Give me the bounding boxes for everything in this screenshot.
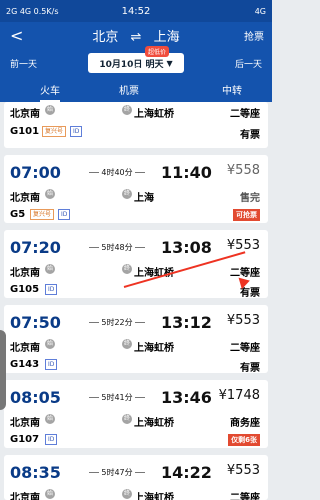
train-number: G5 [10, 209, 26, 220]
next-day-button[interactable]: 后一天 [235, 57, 262, 70]
destination-icon: 终 [122, 339, 132, 349]
destination-icon: 终 [122, 414, 132, 424]
seat-class: 二等座 [230, 343, 260, 354]
train-row[interactable]: 07:00 4时40分 11:40 ¥558 北京南 始 终 上海 售完 G5 … [4, 155, 268, 223]
low-price-badge: 超低价 [145, 46, 170, 57]
train-number: G105 [10, 284, 40, 295]
destination-icon: 终 [122, 105, 132, 115]
swap-icon[interactable]: ⇌ [131, 30, 142, 45]
arrival-station: 上海虹桥 [134, 493, 174, 500]
travel-duration: 5时47分 [81, 467, 153, 478]
arrival-city: 上海 [153, 30, 180, 45]
travel-duration: 5时22分 [81, 317, 153, 328]
transport-tabs: 火车 机票 中转 [0, 77, 272, 102]
ticket-price: ¥558 [226, 163, 260, 178]
train-row[interactable]: 07:50 5时22分 13:12 ¥553 北京南 始 终 上海虹桥 二等座 … [4, 305, 268, 374]
origin-icon: 始 [45, 339, 55, 349]
departure-time: 07:00 [10, 163, 61, 182]
tab-train[interactable]: 火车 [40, 82, 60, 102]
remaining-tickets: 仅剩6张 [228, 434, 260, 446]
header: < 北京 ⇌ 上海 抢票 前一天 10月10日 明天 ▼ 后一天 火车 机票 中转… [0, 22, 272, 102]
ticket-price: ¥553 [226, 463, 260, 478]
destination-icon: 终 [122, 264, 132, 274]
id-card-icon: ID [70, 126, 83, 137]
arrival-time: 14:22 [161, 463, 212, 482]
id-card-icon: ID [45, 284, 58, 295]
train-number: G107 [10, 434, 40, 445]
origin-icon: 始 [45, 264, 55, 274]
origin-icon: 始 [45, 489, 55, 499]
train-row[interactable]: 08:05 5时41分 13:46 ¥1748 北京南 始 终 上海虹桥 商务座… [4, 380, 268, 448]
travel-duration: 5时48分 [81, 242, 153, 253]
train-row[interactable]: 08:35 5时47分 14:22 ¥553 北京南 始 终 上海虹桥 二等座 [4, 455, 268, 500]
departure-time: 07:20 [10, 238, 61, 257]
departure-station: 北京南 [10, 268, 40, 279]
tab-transfer[interactable]: 中转 [222, 82, 242, 97]
route-title: 北京 ⇌ 上海 [0, 26, 272, 45]
arrival-station: 上海虹桥 [134, 343, 174, 354]
arrival-time: 13:46 [161, 388, 212, 407]
seat-class: 二等座 [230, 493, 260, 500]
seat-class: 商务座 [230, 418, 260, 429]
side-handle [0, 330, 6, 410]
train-number: G143 [10, 359, 40, 370]
fuxing-tag: 复兴号 [30, 209, 55, 220]
status-bar: 2G 4G 0.5K/s 14:52 4G [0, 0, 272, 22]
plane-duration: 2小时 [124, 66, 140, 73]
travel-duration: 4时40分 [81, 167, 153, 178]
arrival-station: 上海虹桥 [134, 109, 174, 120]
grab-ticket-button[interactable]: 抢票 [244, 28, 264, 43]
origin-icon: 始 [45, 414, 55, 424]
grab-ticket-status[interactable]: 可抢票 [233, 209, 260, 221]
train-number: G101 [10, 126, 40, 137]
destination-icon: 终 [122, 489, 132, 499]
id-card-icon: ID [45, 359, 58, 370]
ticket-price: ¥1748 [218, 388, 260, 403]
departure-time: 08:05 [10, 388, 61, 407]
departure-station: 北京南 [10, 343, 40, 354]
arrival-time: 13:12 [161, 313, 212, 332]
departure-time: 07:50 [10, 313, 61, 332]
arrival-time: 13:08 [161, 238, 212, 257]
departure-city: 北京 [92, 30, 119, 45]
origin-icon: 始 [45, 189, 55, 199]
destination-icon: 终 [122, 189, 132, 199]
departure-station: 北京南 [10, 418, 40, 429]
departure-station: 北京南 [10, 193, 40, 204]
ticket-price: ¥553 [226, 313, 260, 328]
arrival-station: 上海虹桥 [134, 418, 174, 429]
clock: 14:52 [121, 5, 151, 17]
train-list: 北京南 始 终 上海虹桥 二等座 G101 复兴号 ID 有票 07:00 4时… [0, 102, 272, 500]
arrival-station: 上海 [134, 193, 154, 204]
origin-icon: 始 [45, 105, 55, 115]
departure-station: 北京南 [10, 109, 40, 120]
id-card-icon: ID [58, 209, 71, 220]
seat-class: 二等座 [230, 109, 260, 120]
travel-duration: 5时41分 [81, 392, 153, 403]
arrival-time: 11:40 [161, 163, 212, 182]
chevron-down-icon: ▼ [166, 58, 173, 68]
ticket-status: 有票 [240, 130, 260, 141]
sold-out: 售完 [240, 193, 260, 204]
departure-time: 08:35 [10, 463, 61, 482]
departure-station: 北京南 [10, 493, 40, 500]
tab-plane[interactable]: 机票 [119, 82, 139, 97]
id-card-icon: ID [45, 434, 58, 445]
train-row[interactable]: 07:20 5时48分 13:08 ¥553 北京南 始 终 上海虹桥 二等座 … [4, 230, 268, 299]
fuxing-tag: 复兴号 [42, 126, 67, 137]
train-row[interactable]: 北京南 始 终 上海虹桥 二等座 G101 复兴号 ID 有票 [4, 102, 268, 148]
previous-day-button[interactable]: 前一天 [10, 57, 37, 70]
ticket-status: 有票 [240, 363, 260, 374]
screen: 2G 4G 0.5K/s 14:52 4G < 北京 ⇌ 上海 抢票 前一天 1… [0, 0, 272, 500]
